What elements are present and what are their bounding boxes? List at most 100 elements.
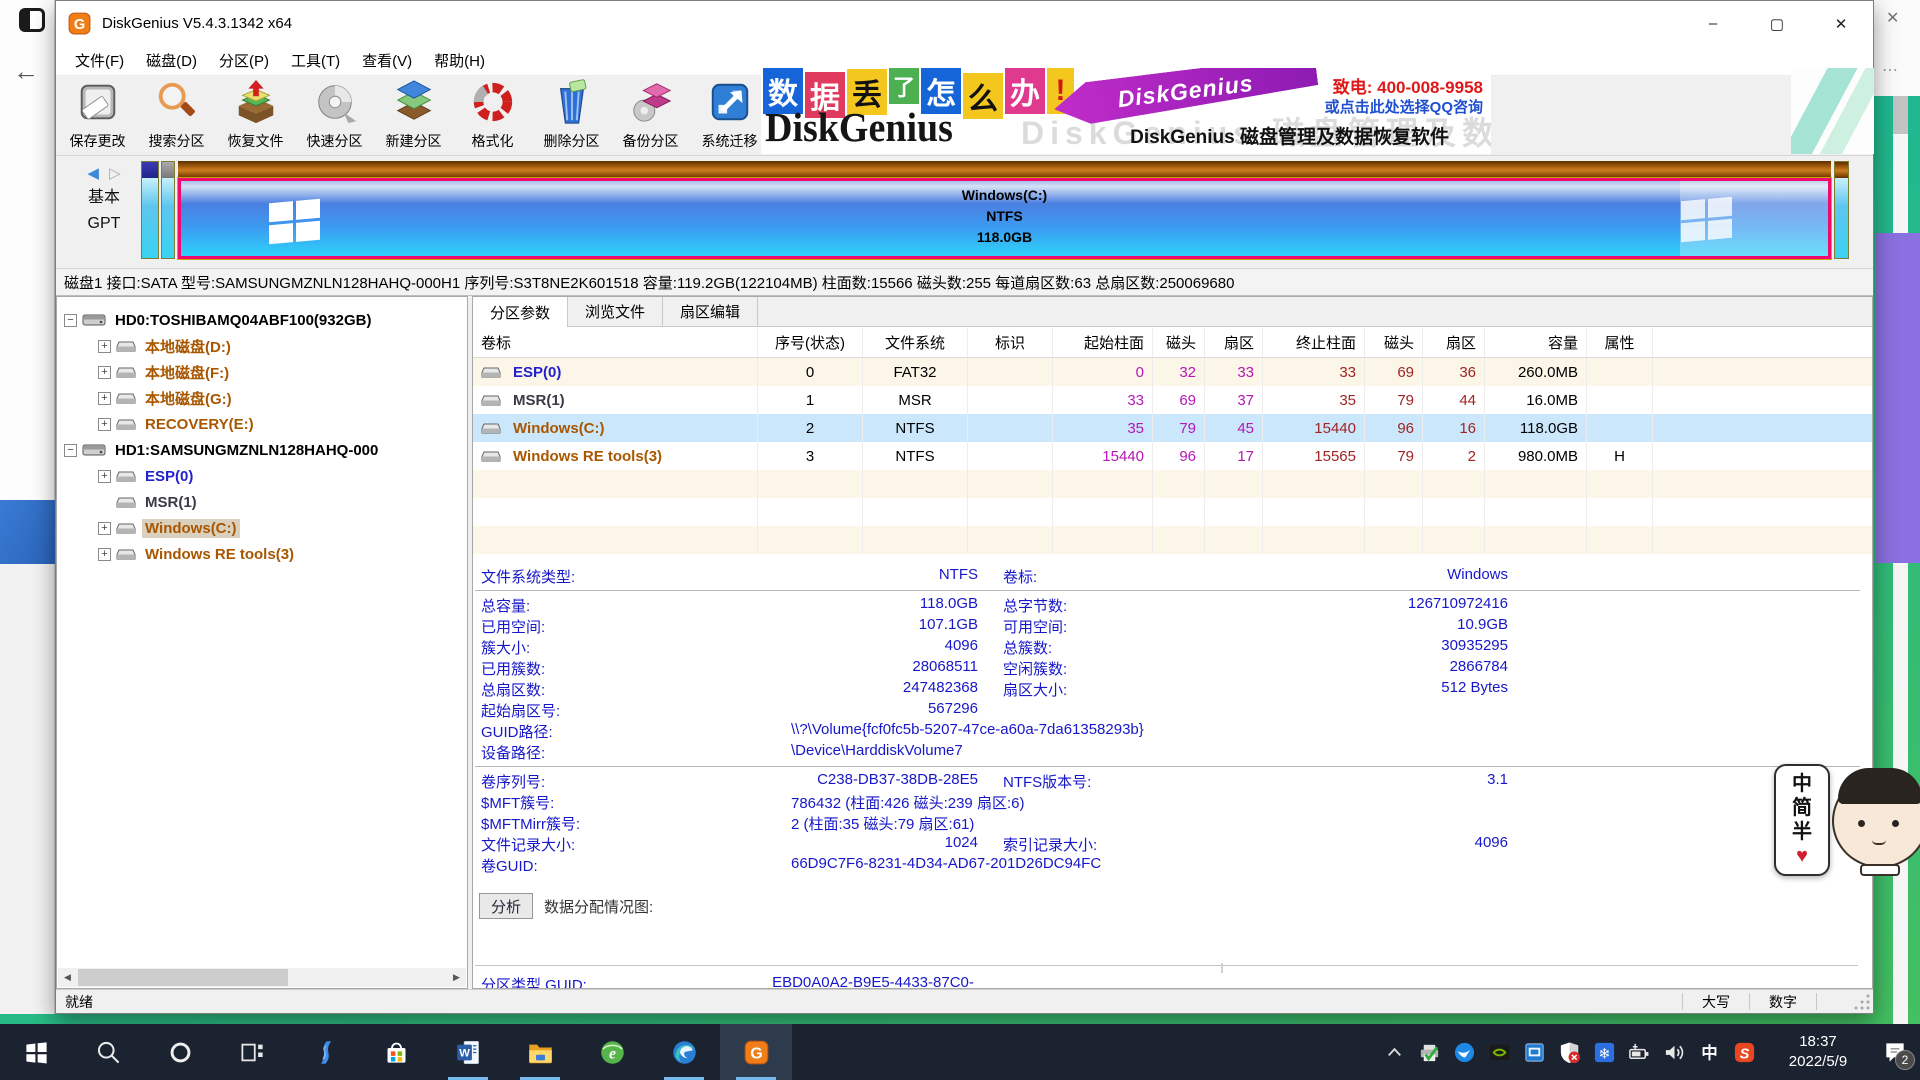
column-header[interactable]: 文件系统 [863, 328, 968, 357]
column-header[interactable]: 扇区 [1423, 328, 1485, 357]
tray-intel-graphics-icon[interactable] [1517, 1024, 1552, 1080]
menu-item-5[interactable]: 帮助(H) [423, 50, 496, 71]
taskbar-file-explorer-button[interactable] [504, 1024, 576, 1080]
partition-block-windows-c[interactable]: Windows(C:) NTFS 118.0GB [178, 161, 1831, 259]
tree-item-0[interactable]: −HD0:TOSHIBAMQ04ABF100(932GB) [57, 307, 467, 333]
tray-snowflake-icon[interactable]: ❄ [1587, 1024, 1622, 1080]
tray-printer-icon[interactable] [1412, 1024, 1447, 1080]
prev-disk-arrow-icon[interactable]: ◀ [87, 165, 99, 182]
tree-expander-icon[interactable]: + [98, 470, 111, 483]
banner-qq-link[interactable]: 或点击此处选择QQ咨询 [1325, 96, 1483, 117]
toolbar-quick-partition-button[interactable]: 快速分区 [295, 76, 374, 154]
taskbar-cortana-button[interactable] [144, 1024, 216, 1080]
toolbar-new-partition-button[interactable]: 新建分区 [374, 76, 453, 154]
toolbar-system-migrate-button[interactable]: 系统迁移 [690, 76, 769, 154]
background-window-icon[interactable] [19, 8, 45, 32]
taskbar-edge-button[interactable] [648, 1024, 720, 1080]
taskbar-word-button[interactable]: W [432, 1024, 504, 1080]
taskbar-search-button[interactable] [72, 1024, 144, 1080]
tray-sogou-icon[interactable]: S [1727, 1024, 1762, 1080]
toolbar-recover-files-button[interactable]: 恢复文件 [216, 76, 295, 154]
column-header[interactable]: 起始柱面 [1053, 328, 1153, 357]
table-row-MSR(1)[interactable]: MSR(1)1MSR33693735794416.0MB [473, 386, 1872, 414]
ime-statusbar[interactable]: 中简半♥ [1774, 764, 1830, 876]
back-arrow-icon[interactable]: ← [13, 56, 39, 87]
taskbar-windows-start-button[interactable] [0, 1024, 72, 1080]
tab-1[interactable]: 浏览文件 [568, 297, 663, 326]
menu-item-2[interactable]: 分区(P) [208, 50, 280, 71]
tree-item-4[interactable]: +RECOVERY(E:) [57, 411, 467, 437]
ime-mode-♥[interactable]: ♥ [1796, 845, 1808, 867]
scroll-left-arrow-icon[interactable]: ◀ [58, 968, 77, 987]
background-close-icon[interactable]: ✕ [1886, 8, 1899, 28]
column-header[interactable]: 磁头 [1153, 328, 1205, 357]
menu-item-0[interactable]: 文件(F) [64, 50, 135, 71]
tree-expander-icon[interactable]: − [64, 444, 77, 457]
partition-block-msr[interactable] [161, 161, 175, 259]
tree-expander-icon[interactable]: + [98, 548, 111, 561]
tree-expander-icon[interactable]: + [98, 392, 111, 405]
tab-2[interactable]: 扇区编辑 [663, 297, 758, 326]
column-header[interactable]: 容量 [1485, 328, 1587, 357]
tray-ime-zh-icon[interactable]: 中 [1692, 1024, 1727, 1080]
partition-block-esp[interactable] [141, 161, 159, 259]
column-header[interactable]: 序号(状态) [758, 328, 863, 357]
taskbar-task-view-button[interactable] [216, 1024, 288, 1080]
column-header[interactable]: 磁头 [1365, 328, 1423, 357]
menu-item-4[interactable]: 查看(V) [351, 50, 423, 71]
tab-0[interactable]: 分区参数 [473, 297, 568, 327]
tree-item-5[interactable]: −HD1:SAMSUNGMZNLN128HAHQ-000 [57, 437, 467, 463]
tray-defender-icon[interactable] [1552, 1024, 1587, 1080]
resize-grip[interactable] [1853, 993, 1871, 1011]
taskbar-clock[interactable]: 18:37 2022/5/9 [1772, 1032, 1864, 1072]
tree-item-2[interactable]: +本地磁盘(F:) [57, 359, 467, 385]
menu-item-3[interactable]: 工具(T) [280, 50, 351, 71]
tree-expander-icon[interactable]: − [64, 314, 77, 327]
action-center-button[interactable]: 2 [1870, 1024, 1920, 1080]
scroll-thumb[interactable] [78, 969, 288, 986]
toolbar-format-button[interactable]: 格式化 [453, 76, 532, 154]
tree-item-9[interactable]: +Windows RE tools(3) [57, 541, 467, 567]
scroll-right-arrow-icon[interactable]: ▶ [447, 968, 466, 987]
next-disk-arrow-icon[interactable]: ▷ [109, 165, 121, 182]
menu-item-1[interactable]: 磁盘(D) [135, 50, 208, 71]
tree-item-1[interactable]: +本地磁盘(D:) [57, 333, 467, 359]
tree-item-7[interactable]: MSR(1) [57, 489, 467, 515]
column-header[interactable]: 卷标 [473, 328, 758, 357]
tree-expander-icon[interactable]: + [98, 340, 111, 353]
partition-block-re-tools[interactable] [1834, 161, 1849, 259]
toolbar-save-changes-button[interactable]: 保存更改 [58, 76, 137, 154]
column-header[interactable]: 扇区 [1205, 328, 1263, 357]
tray-volume-icon[interactable] [1657, 1024, 1692, 1080]
tray-battery-icon[interactable] [1622, 1024, 1657, 1080]
table-row-Windows RE tools(3)[interactable]: Windows RE tools(3)3NTFS1544096171556579… [473, 442, 1872, 470]
taskbar-ie-browser-button[interactable]: e [576, 1024, 648, 1080]
ime-mode-半[interactable]: 半 [1792, 821, 1812, 843]
table-row-ESP(0)[interactable]: ESP(0)0FAT3203233336936260.0MB [473, 358, 1872, 386]
tree-item-8[interactable]: +Windows(C:) [57, 515, 467, 541]
maximize-button[interactable]: ▢ [1745, 1, 1809, 46]
taskbar-flame-button[interactable] [288, 1024, 360, 1080]
analyze-button[interactable]: 分析 [479, 893, 533, 919]
toolbar-delete-partition-button[interactable]: 删除分区 [532, 76, 611, 154]
background-more-icon[interactable]: ⋯ [1882, 60, 1899, 80]
column-header[interactable]: 终止柱面 [1263, 328, 1365, 357]
tray-dingtalk-icon[interactable] [1447, 1024, 1482, 1080]
taskbar-ms-store-button[interactable] [360, 1024, 432, 1080]
column-header[interactable]: 标识 [968, 328, 1053, 357]
toolbar-backup-partition-button[interactable]: 备份分区 [611, 76, 690, 154]
taskbar-diskgenius-button[interactable]: G [720, 1024, 792, 1080]
close-button[interactable]: ✕ [1809, 1, 1873, 46]
tree-item-6[interactable]: +ESP(0) [57, 463, 467, 489]
ime-mode-中[interactable]: 中 [1792, 773, 1812, 795]
tree-item-3[interactable]: +本地磁盘(G:) [57, 385, 467, 411]
toolbar-search-partition-button[interactable]: 搜索分区 [137, 76, 216, 154]
tray-chevron-up-icon[interactable] [1377, 1024, 1412, 1080]
minimize-button[interactable]: – [1681, 1, 1745, 46]
table-row-Windows(C:)[interactable]: Windows(C:)2NTFS357945154409616118.0GB [473, 414, 1872, 442]
tree-horizontal-scrollbar[interactable]: ◀ ▶ [58, 968, 466, 987]
ad-banner[interactable]: DiskGenius 磁盘管理及数据恢复软件 数据丢了怎么办! DiskGeni… [761, 68, 1491, 154]
tree-expander-icon[interactable]: + [98, 522, 111, 535]
tree-expander-icon[interactable]: + [98, 418, 111, 431]
column-header[interactable]: 属性 [1587, 328, 1653, 357]
